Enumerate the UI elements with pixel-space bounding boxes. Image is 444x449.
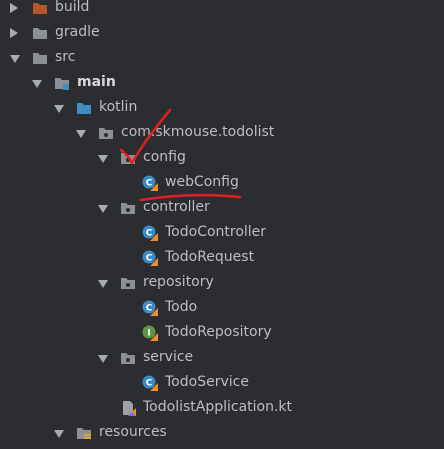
tree-node-todoservice[interactable]: C TodoService [0,370,444,395]
tree-node-todocontroller[interactable]: C TodoController [0,220,444,245]
kotlin-class-icon: C [142,225,158,241]
tree-node-label: TodoRequest [165,249,255,265]
svg-text:C: C [146,304,153,314]
expand-arrow-icon[interactable] [76,130,86,138]
expand-arrow-icon[interactable] [32,80,42,88]
svg-text:C: C [146,179,153,189]
tree-node-todorequest[interactable]: C TodoRequest [0,245,444,270]
tree-node-label: webConfig [165,174,239,190]
tree-node-todo[interactable]: C Todo [0,295,444,320]
kotlin-class-icon: C [142,175,158,191]
tree-node-label: com.skmouse.todolist [121,124,275,140]
tree-node-com-skmouse-todolist[interactable]: com.skmouse.todolist [0,120,444,145]
tree-node-label: TodolistApplication.kt [143,399,293,415]
tree-node-label: resources [99,424,167,440]
expand-arrow-icon[interactable] [10,55,20,63]
tree-node-label: gradle [55,24,100,40]
tree-node-controller[interactable]: controller [0,195,444,220]
package-icon [98,125,114,141]
expand-arrow-icon[interactable] [98,280,108,288]
source-folder-icon [76,100,92,116]
kotlin-file-icon [120,400,136,416]
expand-arrow-icon[interactable] [98,205,108,213]
package-icon [120,150,136,166]
kotlin-interface-icon: I [142,325,158,341]
folder-icon [32,50,48,66]
tree-node-label: service [143,349,194,365]
package-icon [120,200,136,216]
expand-arrow-icon[interactable] [98,355,108,363]
svg-text:C: C [146,379,153,389]
tree-node-label: main [77,74,116,90]
tree-node-label: TodoService [165,374,249,390]
tree-node-gradle[interactable]: gradle [0,20,444,45]
tree-node-todolistapplication-kt[interactable]: TodolistApplication.kt [0,395,444,420]
kotlin-class-icon: C [142,300,158,316]
tree-node-kotlin[interactable]: kotlin [0,95,444,120]
module-folder-icon [54,75,70,91]
tree-node-service[interactable]: service [0,345,444,370]
svg-text:I: I [147,329,150,339]
tree-node-resources[interactable]: resources [0,420,444,445]
expand-arrow-icon[interactable] [98,155,108,163]
kotlin-class-icon: C [142,250,158,266]
tree-node-label: TodoController [165,224,267,240]
package-icon [120,350,136,366]
tree-node-label: repository [143,274,214,290]
tree-node-label: src [55,49,76,65]
tree-node-label: kotlin [99,99,138,115]
tree-node-build[interactable]: build [0,0,444,20]
collapse-arrow-icon[interactable] [10,28,18,38]
tree-node-label: build [55,0,90,15]
tree-node-todorepository[interactable]: I TodoRepository [0,320,444,345]
folder-excluded-icon [32,0,48,16]
tree-node-label: Todo [165,299,198,315]
tree-node-main[interactable]: main [0,70,444,95]
kotlin-class-icon: C [142,375,158,391]
svg-text:C: C [146,254,153,264]
expand-arrow-icon[interactable] [54,430,64,438]
svg-text:C: C [146,229,153,239]
tree-node-label: config [143,149,186,165]
package-icon [120,275,136,291]
tree-node-config[interactable]: config [0,145,444,170]
tree-node-label: controller [143,199,210,215]
tree-node-repository[interactable]: repository [0,270,444,295]
resources-folder-icon [76,425,92,441]
project-tree: build gradle src main kotlin com.skmouse.todo… [0,0,444,449]
collapse-arrow-icon[interactable] [10,3,18,13]
tree-node-webconfig[interactable]: CwebConfig [0,170,444,195]
expand-arrow-icon[interactable] [54,105,64,113]
tree-node-src[interactable]: src [0,45,444,70]
folder-icon [32,25,48,41]
tree-node-label: TodoRepository [165,324,272,340]
